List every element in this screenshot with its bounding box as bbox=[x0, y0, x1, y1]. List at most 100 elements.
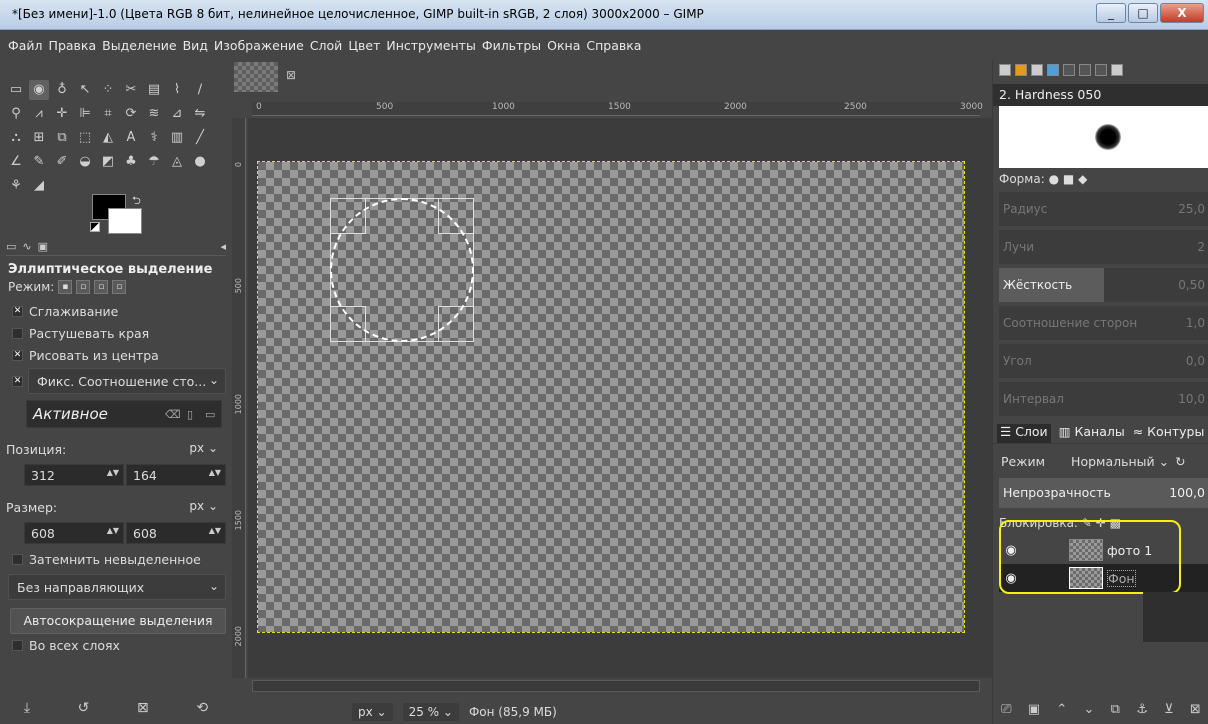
position-x-input[interactable]: 312 ▲▼ bbox=[24, 464, 124, 486]
restore-options-icon[interactable]: ↺ bbox=[78, 700, 90, 716]
paintbrush-icon[interactable]: ╱ bbox=[190, 128, 210, 148]
menu-layer[interactable]: Слой bbox=[310, 38, 343, 53]
mode-replace-icon[interactable]: ▪ bbox=[58, 280, 73, 294]
lasso-icon[interactable]: ♁ bbox=[52, 80, 72, 100]
fixed-ratio-combo[interactable]: Фикс. Соотношение сто... ⌄ bbox=[28, 368, 226, 394]
close-tab-icon[interactable]: ⊠ bbox=[286, 68, 296, 82]
paint-dynamics-tab-icon[interactable]: ∿ bbox=[22, 240, 31, 255]
position-unit-select[interactable]: px ⌄ bbox=[172, 436, 224, 460]
feather-checkbox[interactable]: Растушевать края bbox=[12, 326, 149, 341]
spin-arrows-icon[interactable]: ▲▼ bbox=[107, 526, 119, 535]
spin-arrows-icon[interactable]: ▲▼ bbox=[107, 468, 119, 477]
size-w-input[interactable]: 608 ▲▼ bbox=[24, 522, 124, 544]
history-tab-icon[interactable] bbox=[1079, 64, 1091, 76]
expand-center-checkbox[interactable]: ✕ Рисовать из центра bbox=[12, 348, 159, 363]
all-layers-checkbox[interactable]: Во всех слоях bbox=[12, 638, 120, 653]
heal-icon[interactable]: ◩ bbox=[98, 152, 118, 172]
swap-colors-icon[interactable]: ⮌ bbox=[132, 192, 141, 211]
image-canvas[interactable] bbox=[257, 161, 965, 633]
unit-select[interactable]: px ⌄ bbox=[352, 703, 393, 721]
handle-transform-icon[interactable]: ⊞ bbox=[29, 128, 49, 148]
canvas-viewport[interactable] bbox=[248, 118, 992, 678]
aspect-ratio-slider[interactable]: Соотношение сторон 1,0 bbox=[999, 306, 1208, 340]
dodge-icon[interactable]: ◬ bbox=[167, 152, 187, 172]
spin-arrows-icon[interactable]: ▲▼ bbox=[209, 526, 221, 535]
warp-icon[interactable]: ≋ bbox=[144, 104, 164, 124]
perspective-icon[interactable]: ⊿ bbox=[167, 104, 187, 124]
mode-add-icon[interactable]: ▫ bbox=[76, 280, 91, 294]
crop-icon[interactable]: ⌗ bbox=[98, 104, 118, 124]
zoom-select[interactable]: 25 % ⌄ bbox=[402, 703, 459, 721]
raise-layer-icon[interactable]: ⌃ bbox=[1056, 702, 1067, 717]
save-options-icon[interactable]: ⤓ bbox=[24, 700, 30, 716]
opacity-slider[interactable]: Непрозрачность 100,0 bbox=[999, 478, 1208, 508]
rect-select-icon[interactable]: ▭ bbox=[6, 80, 26, 100]
color-picker-icon[interactable]: ⚕ bbox=[144, 128, 164, 148]
3d-transform-icon[interactable]: ⬚ bbox=[75, 128, 95, 148]
palettes-tab-icon[interactable] bbox=[1063, 64, 1075, 76]
unified-transform-icon[interactable]: ⧉ bbox=[52, 128, 72, 148]
spacing-slider[interactable]: Интервал 10,0 bbox=[999, 382, 1208, 416]
measure-icon[interactable]: ⩘ bbox=[29, 104, 49, 124]
menu-file[interactable]: Файл bbox=[8, 38, 43, 53]
vertical-ruler[interactable]: 0 500 1000 1500 2000 bbox=[232, 118, 246, 678]
minimize-button[interactable]: _ bbox=[1096, 3, 1126, 23]
tab-paths[interactable]: ≈ Контуры bbox=[1133, 424, 1205, 443]
size-unit-select[interactable]: px ⌄ bbox=[172, 494, 224, 518]
menu-image[interactable]: Изображение bbox=[214, 38, 304, 53]
menu-view[interactable]: Вид bbox=[183, 38, 208, 53]
blur-icon[interactable]: ☂ bbox=[144, 152, 164, 172]
guides-combo[interactable]: Без направляющих ⌄ bbox=[8, 574, 226, 600]
ink-icon[interactable]: ✎ bbox=[29, 152, 49, 172]
default-colors-icon[interactable] bbox=[90, 222, 100, 232]
menu-filters[interactable]: Фильтры bbox=[482, 38, 541, 53]
antialias-checkbox[interactable]: ✕ Сглаживание bbox=[12, 304, 118, 319]
airbrush-icon[interactable]: ∠ bbox=[6, 152, 26, 172]
scissors-icon[interactable]: ✂ bbox=[121, 80, 141, 100]
horizontal-ruler[interactable]: 0 500 1000 1500 2000 2500 3000 bbox=[252, 102, 983, 116]
zoom-icon[interactable]: ⚲ bbox=[6, 104, 26, 124]
images-tab-icon[interactable] bbox=[1111, 64, 1123, 76]
clear-icon[interactable]: ⌫ bbox=[165, 408, 181, 421]
eraser-icon[interactable]: ◢ bbox=[29, 176, 49, 196]
image-tab-thumbnail[interactable] bbox=[234, 62, 278, 92]
spikes-slider[interactable]: Лучи 2 bbox=[999, 230, 1208, 264]
portrait-icon[interactable]: ▭ bbox=[205, 408, 215, 421]
align-icon[interactable]: ⊫ bbox=[75, 104, 95, 124]
landscape-icon[interactable]: ▯ bbox=[187, 408, 193, 421]
dock-menu-icon[interactable]: ◂ bbox=[220, 240, 226, 255]
images-tab-icon[interactable]: ▣ bbox=[38, 240, 48, 255]
position-y-input[interactable]: 164 ▲▼ bbox=[126, 464, 226, 486]
text-icon[interactable]: A bbox=[121, 128, 141, 148]
delete-layer-icon[interactable]: ⊠ bbox=[1190, 702, 1201, 717]
lower-layer-icon[interactable]: ⌄ bbox=[1083, 702, 1094, 717]
smudge-icon[interactable]: ♣ bbox=[121, 152, 141, 172]
hardness-slider[interactable]: Жёсткость 0,50 bbox=[999, 268, 1208, 302]
close-button[interactable]: X bbox=[1160, 3, 1204, 23]
ellipse-select-icon[interactable]: ◉ bbox=[29, 80, 49, 100]
reset-mode-icon[interactable]: ↻ bbox=[1175, 454, 1185, 469]
drop-icon[interactable]: ● bbox=[190, 152, 210, 172]
mode-subtract-icon[interactable]: ▫ bbox=[94, 280, 109, 294]
menu-select[interactable]: Выделение bbox=[102, 38, 176, 53]
maximize-button[interactable]: □ bbox=[1128, 3, 1158, 23]
bucket-icon[interactable]: ◭ bbox=[98, 128, 118, 148]
angle-slider[interactable]: Угол 0,0 bbox=[999, 344, 1208, 378]
menu-edit[interactable]: Правка bbox=[49, 38, 97, 53]
anchor-layer-icon[interactable]: ⚓ bbox=[1136, 702, 1148, 717]
elliptical-selection[interactable] bbox=[330, 198, 474, 342]
tab-layers[interactable]: ☰ Слои bbox=[997, 424, 1051, 443]
menu-tools[interactable]: Инструменты bbox=[386, 38, 475, 53]
tab-channels[interactable]: ▥ Каналы bbox=[1059, 424, 1125, 443]
cage-icon[interactable]: ⛬ bbox=[6, 128, 26, 148]
diamond-shape-icon[interactable]: ◆ bbox=[1078, 172, 1087, 186]
menu-colors[interactable]: Цвет bbox=[348, 38, 380, 53]
reset-options-icon[interactable]: ⟲ bbox=[196, 700, 208, 716]
pencil-icon[interactable]: ∕ bbox=[190, 80, 210, 100]
brushes-tab-icon[interactable] bbox=[999, 64, 1011, 76]
tool-options-tab-icon[interactable]: ▭ bbox=[6, 240, 16, 255]
fuzzy-select-icon[interactable]: ⁘ bbox=[98, 80, 118, 100]
duplicate-layer-icon[interactable]: ⧉ bbox=[1111, 702, 1120, 717]
new-layer-icon[interactable]: ⎚ bbox=[1001, 702, 1011, 717]
highlight-checkbox[interactable]: Затемнить невыделенное bbox=[12, 552, 201, 567]
